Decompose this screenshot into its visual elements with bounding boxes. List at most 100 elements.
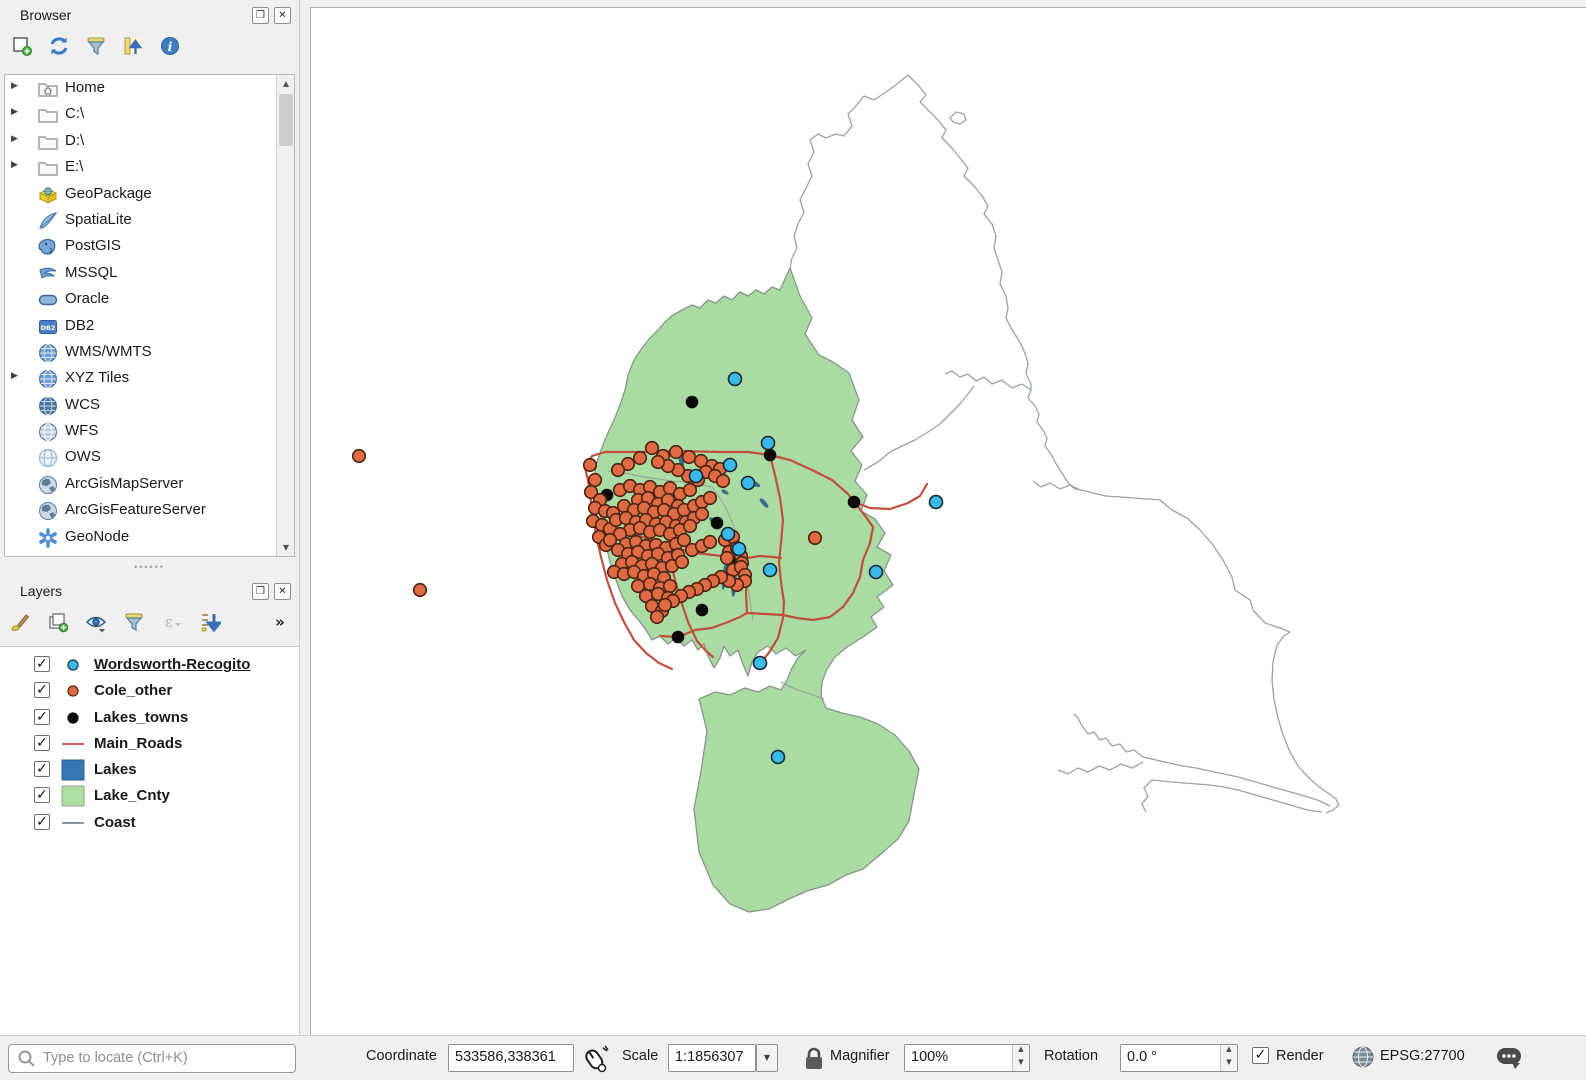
browser-item-wcs[interactable]: WCS: [5, 392, 294, 418]
browser-item-xyz-tiles[interactable]: ▶ XYZ Tiles: [5, 365, 294, 391]
globe-arc-icon: [37, 474, 57, 494]
browser-item-label: GeoNode: [65, 528, 129, 545]
layer-item-wordsworth-recogito[interactable]: ✓ Wordsworth-Recogito: [0, 653, 299, 679]
browser-toolbar: i: [0, 30, 299, 66]
layers-float-button[interactable]: ❐: [252, 583, 269, 600]
layer-item-lake-cnty[interactable]: ✓ Lake_Cnty: [0, 784, 299, 810]
render-checkbox[interactable]: ✓: [1252, 1047, 1269, 1064]
scroll-thumb[interactable]: [279, 94, 293, 146]
wordsworth-recogito-point: [930, 496, 943, 509]
filter-browser-button[interactable]: [82, 32, 110, 60]
browser-item-spatialite[interactable]: SpatiaLite: [5, 207, 294, 233]
expand-arrow-icon[interactable]: ▶: [11, 160, 18, 170]
search-icon: [17, 1049, 37, 1069]
messages-icon[interactable]: [1496, 1046, 1524, 1072]
layer-name[interactable]: Cole_other: [94, 682, 172, 699]
add-selected-layers-button[interactable]: [8, 32, 36, 60]
coordinate-input[interactable]: 533586,338361: [448, 1044, 574, 1072]
layer-name[interactable]: Main_Roads: [94, 735, 182, 752]
filter-by-expression-button[interactable]: ε: [158, 608, 186, 636]
magnifier-input[interactable]: 100% ▲▼: [904, 1044, 1030, 1072]
layer-visibility-checkbox[interactable]: ✓: [34, 761, 50, 777]
refresh-button[interactable]: [45, 32, 73, 60]
browser-item-geopackage[interactable]: GeoPackage: [5, 181, 294, 207]
browser-item-mssql[interactable]: MSSQL: [5, 260, 294, 286]
layer-item-coast[interactable]: ✓ Coast: [0, 811, 299, 837]
panel-splitter[interactable]: ••••••: [0, 560, 299, 576]
browser-item-label: OWS: [65, 448, 101, 465]
cole-other-point: [676, 556, 689, 569]
browser-item-c-[interactable]: ▶ C:\: [5, 101, 294, 127]
layer-visibility-checkbox[interactable]: ✓: [34, 682, 50, 698]
layer-name[interactable]: Lakes: [94, 761, 137, 778]
expand-arrow-icon[interactable]: ▶: [11, 134, 18, 144]
oracle-icon: [37, 289, 57, 309]
browser-item-arcgisfeatureserver[interactable]: ArcGisFeatureServer: [5, 497, 294, 523]
globe-arc-icon: [37, 500, 57, 520]
layer-item-lakes-towns[interactable]: ✓ Lakes_towns: [0, 706, 299, 732]
toolbar-overflow-button[interactable]: »: [266, 608, 294, 636]
wordsworth-recogito-point: [690, 470, 703, 483]
expand-arrow-icon[interactable]: ▶: [11, 81, 18, 91]
properties-button[interactable]: i: [156, 32, 184, 60]
browser-item-wfs[interactable]: WFS: [5, 418, 294, 444]
cole-other-point: [670, 446, 683, 459]
folder-icon: [37, 131, 57, 151]
layer-visibility-checkbox[interactable]: ✓: [34, 787, 50, 803]
cole-other-point: [704, 492, 717, 505]
scale-dropdown-button[interactable]: ▼: [756, 1044, 778, 1072]
browser-item-d-[interactable]: ▶D:\: [5, 128, 294, 154]
scale-input[interactable]: 1:1856307: [668, 1044, 756, 1072]
layer-name[interactable]: Lake_Cnty: [94, 787, 170, 804]
layer-name[interactable]: Coast: [94, 814, 136, 831]
browser-float-button[interactable]: ❐: [252, 7, 269, 24]
browser-item-label: C:\: [65, 105, 84, 122]
cole-other-point: [664, 580, 677, 593]
map-canvas[interactable]: [308, 0, 1586, 1035]
expand-arrow-icon[interactable]: ▶: [11, 107, 18, 117]
browser-scrollbar[interactable]: ▲ ▼: [276, 75, 294, 556]
layer-name[interactable]: Lakes_towns: [94, 709, 188, 726]
expand-collapse-tree-button[interactable]: [196, 608, 224, 636]
layer-item-main-roads[interactable]: ✓ Main_Roads: [0, 732, 299, 758]
scroll-down-icon[interactable]: ▼: [277, 539, 295, 556]
layer-item-cole-other[interactable]: ✓ Cole_other: [0, 679, 299, 705]
lakes-towns-point: [711, 517, 724, 530]
magnifier-spinner[interactable]: ▲▼: [1012, 1045, 1029, 1071]
layers-close-button[interactable]: ✕: [274, 583, 291, 600]
wordsworth-recogito-point: [754, 657, 767, 670]
filter-legend-button[interactable]: [120, 608, 148, 636]
chevrons-icon: »: [269, 611, 291, 633]
layer-visibility-checkbox[interactable]: ✓: [34, 814, 50, 830]
browser-item-geonode[interactable]: GeoNode: [5, 524, 294, 550]
browser-item-arcgismapserver[interactable]: ArcGisMapServer: [5, 471, 294, 497]
manage-map-themes-button[interactable]: [82, 608, 110, 636]
crs-globe-icon[interactable]: [1352, 1046, 1376, 1070]
browser-close-button[interactable]: ✕: [274, 7, 291, 24]
layer-item-lakes[interactable]: ✓ Lakes: [0, 758, 299, 784]
layer-visibility-checkbox[interactable]: ✓: [34, 656, 50, 672]
layer-visibility-checkbox[interactable]: ✓: [34, 709, 50, 725]
collapse-all-button[interactable]: [119, 32, 147, 60]
crs-status[interactable]: EPSG:27700: [1380, 1048, 1465, 1064]
browser-item-label: E:\: [65, 158, 83, 175]
layer-name[interactable]: Wordsworth-Recogito: [94, 656, 250, 673]
lock-scale-icon[interactable]: [802, 1046, 826, 1072]
browser-item-wms-wmts[interactable]: WMS/WMTS: [5, 339, 294, 365]
rotation-input[interactable]: 0.0 ° ▲▼: [1120, 1044, 1238, 1072]
locator-placeholder: Type to locate (Ctrl+K): [43, 1050, 188, 1066]
locator-search-input[interactable]: Type to locate (Ctrl+K): [8, 1044, 296, 1073]
layer-visibility-checkbox[interactable]: ✓: [34, 735, 50, 751]
scroll-up-icon[interactable]: ▲: [277, 75, 295, 92]
mouse-position-icon[interactable]: [580, 1044, 610, 1074]
browser-item-ows[interactable]: OWS: [5, 444, 294, 470]
rotation-spinner[interactable]: ▲▼: [1220, 1045, 1237, 1071]
browser-item-e-[interactable]: ▶ E:\: [5, 154, 294, 180]
browser-item-postgis[interactable]: PostGIS: [5, 233, 294, 259]
browser-item-oracle[interactable]: Oracle: [5, 286, 294, 312]
browser-item-db2[interactable]: DB2DB2: [5, 313, 294, 339]
open-layer-styling-button[interactable]: [6, 608, 34, 636]
expand-arrow-icon[interactable]: ▶: [11, 371, 18, 381]
browser-item-home[interactable]: ▶ Home: [5, 75, 294, 101]
add-group-button[interactable]: [44, 608, 72, 636]
